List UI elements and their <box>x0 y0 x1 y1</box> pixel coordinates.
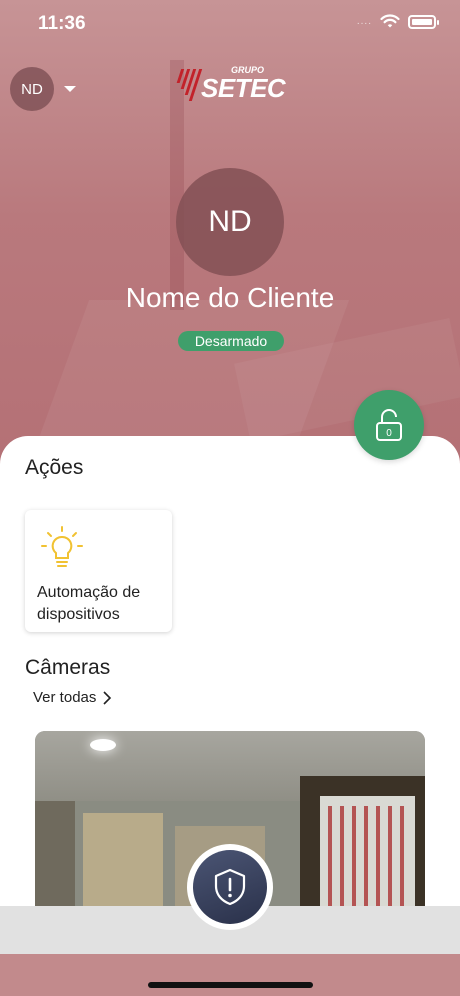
camera-scene <box>83 813 163 906</box>
card-label: Automação de dispositivos <box>37 584 141 623</box>
camera-scene <box>90 739 116 751</box>
unlock-icon: 0 <box>376 409 402 441</box>
see-all-label: Ver todas <box>33 689 97 706</box>
arm-lock-button[interactable]: 0 <box>354 390 424 460</box>
shield-alert-icon <box>214 868 246 906</box>
status-time: 11:36 <box>38 13 86 34</box>
battery-icon <box>408 14 439 29</box>
account-switcher[interactable]: ND <box>10 67 76 111</box>
camera-scene <box>300 776 425 906</box>
home-indicator <box>148 982 313 988</box>
chevron-right-icon <box>103 690 112 705</box>
chevron-down-icon <box>64 86 76 92</box>
signal-icon: .... <box>356 16 372 27</box>
wifi-icon <box>380 14 400 28</box>
status-bar: 11:36 .... <box>0 0 460 50</box>
logo-large-text: SETEC <box>201 73 286 103</box>
panic-button[interactable] <box>187 844 273 930</box>
logo-stripes <box>171 69 203 101</box>
actions-title: Ações <box>25 456 84 479</box>
device-automation-card[interactable]: Automação de dispositivos <box>25 510 172 632</box>
lock-counter: 0 <box>386 428 392 439</box>
avatar: ND <box>10 67 54 111</box>
lightbulb-icon <box>41 526 83 567</box>
status-badge: Desarmado <box>178 331 284 351</box>
cameras-title: Câmeras <box>25 656 111 679</box>
client-name: Nome do Cliente <box>125 282 335 313</box>
camera-scene <box>35 801 75 906</box>
brand-logo: GRUPO SETEC <box>176 66 286 103</box>
profile-avatar: ND <box>176 168 284 276</box>
status-icons: .... <box>356 14 439 29</box>
bottom-strip <box>0 954 460 996</box>
see-all-cameras-link[interactable]: Ver todas <box>33 689 112 706</box>
